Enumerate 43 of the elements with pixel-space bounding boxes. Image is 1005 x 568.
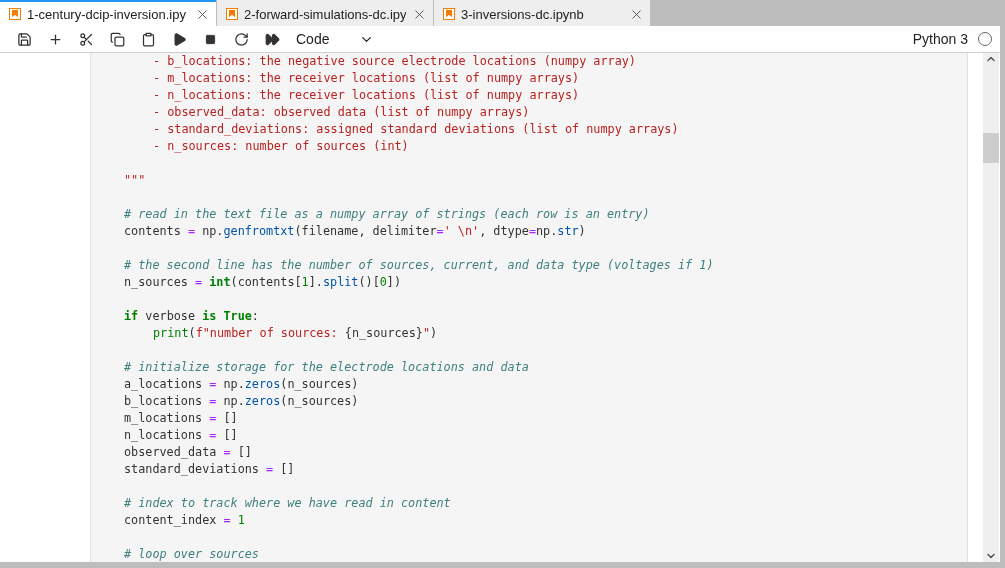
code-line: # index to track where we have read in content: [124, 495, 451, 512]
fast-forward-icon: [265, 31, 280, 47]
code-line: - b_locations: the negative source electrode locations (numpy array): [153, 53, 636, 70]
code-line: standard_deviations = []: [124, 461, 295, 478]
code-line: if verbose is True:: [124, 308, 259, 325]
save-icon: [17, 31, 32, 47]
code-line: # initialize storage for the electrode locations and data: [124, 359, 529, 376]
code-line: - standard_deviations: assigned standard deviations (list of numpy arrays): [153, 121, 679, 138]
code-line: print(f"number of sources: {n_sources}"): [153, 325, 438, 342]
code-line: n_locations = []: [124, 427, 238, 444]
notebook-tab[interactable]: 1-century-dcip-inversion.ipy: [0, 0, 216, 26]
code-line: b_locations = np.zeros(n_sources): [124, 393, 359, 410]
cell-type-dropdown[interactable]: Code: [296, 31, 374, 47]
notebook-tab[interactable]: 2-forward-simulations-dc.ipy: [217, 0, 433, 26]
code-line: - m_locations: the receiver locations (list of numpy arrays): [153, 70, 580, 87]
code-line: contents = np.genfromtxt(filename, delimiter=' \n', dtype=np.str): [124, 223, 586, 240]
clipboard-icon: [141, 31, 156, 47]
code-line: # loop over sources: [124, 546, 259, 562]
code-line: n_sources = int(contents[1].split()[0]): [124, 274, 402, 291]
notebook-icon: [9, 8, 21, 20]
stop-icon: [205, 33, 216, 45]
code-line: - observed_data: observed data (list of numpy arrays): [153, 104, 530, 121]
code-line: content_index = 1: [124, 512, 245, 529]
code-line: - n_sources: number of sources (int): [153, 138, 409, 155]
play-icon: [172, 31, 187, 47]
code-line: # read in the text file as a numpy array of strings (each row is an entry): [124, 206, 650, 223]
notebook-icon: [226, 8, 238, 20]
code-line: m_locations = []: [124, 410, 238, 427]
code-cell[interactable]: [90, 53, 968, 562]
code-line: - n_locations: the receiver locations (list of numpy arrays): [153, 87, 580, 104]
restart-icon: [234, 31, 249, 47]
code-line: observed_data = []: [124, 444, 252, 461]
code-line: """: [124, 172, 146, 189]
code-line: # the second line has the number of sources, current, and data type (voltages if 1): [124, 257, 714, 274]
copy-icon: [110, 31, 125, 47]
kernel-name: Python 3: [912, 31, 968, 47]
notebook-icon: [443, 8, 455, 20]
notebook-tab[interactable]: 3-inversions-dc.ipynb: [434, 0, 650, 26]
plus-icon: [48, 31, 63, 47]
code-line: a_locations = np.zeros(n_sources): [124, 376, 359, 393]
scrollbar-thumb[interactable]: [983, 133, 999, 163]
scissors-icon: [79, 31, 94, 47]
scrollbar[interactable]: [983, 53, 999, 562]
